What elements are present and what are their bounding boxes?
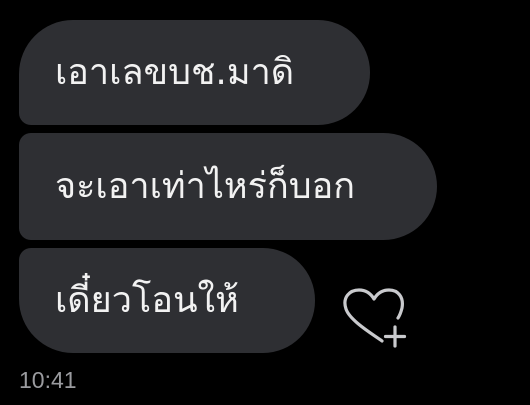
message-bubble[interactable]: เอาเลขบช.มาดิ [19,20,370,125]
message-text: จะเอาเท่าไหร่ก็บอก [55,165,356,207]
heart-plus-icon [343,288,407,348]
message-timestamp: 10:41 [19,367,77,393]
message-text: เอาเลขบช.มาดิ [55,51,295,93]
message-bubble[interactable]: เดี๋ยวโอนให้ [19,248,315,353]
add-reaction-button[interactable] [340,287,412,349]
message-bubble[interactable]: จะเอาเท่าไหร่ก็บอก [19,133,437,240]
message-text: เดี๋ยวโอนให้ [55,279,239,321]
